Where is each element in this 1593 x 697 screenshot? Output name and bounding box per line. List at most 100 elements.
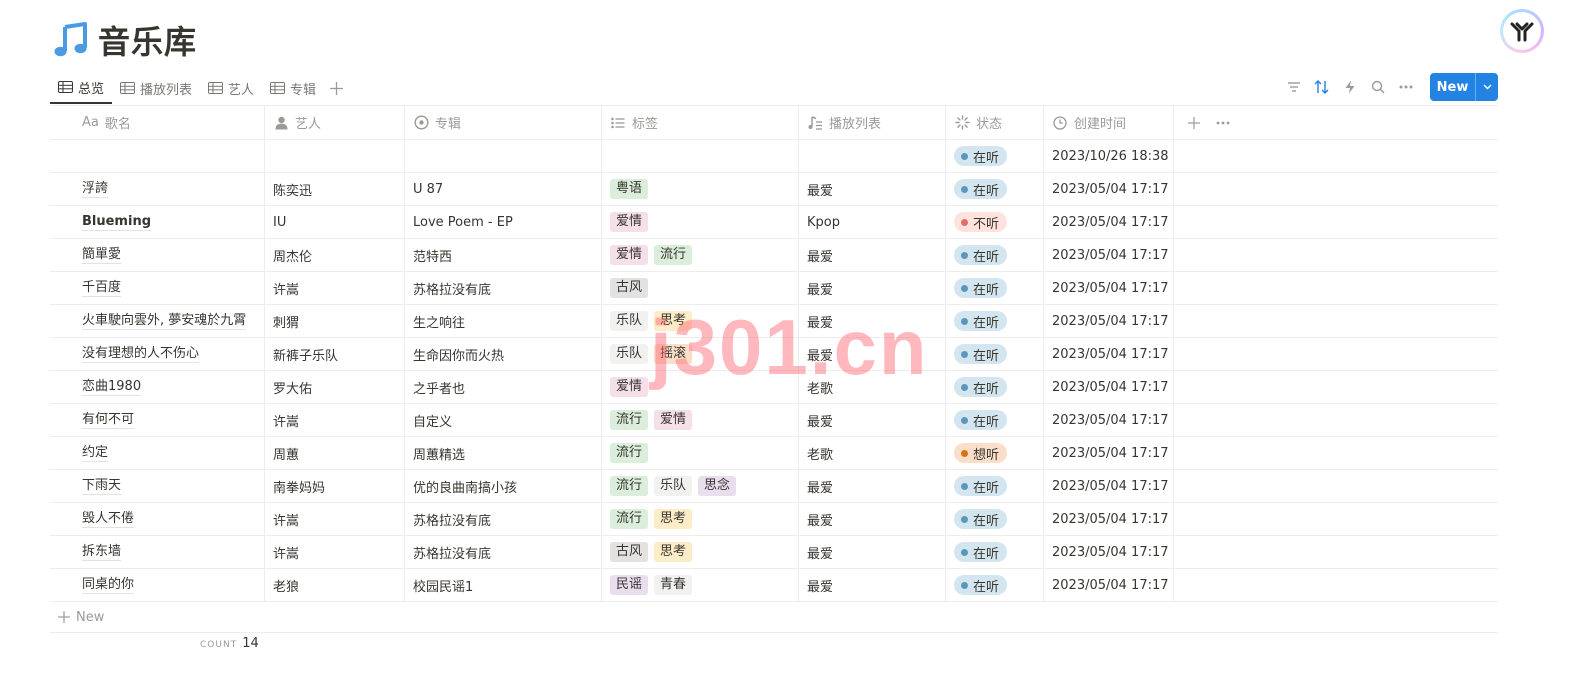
cell-status[interactable]: 在听 [946,173,1044,205]
cell-playlist[interactable]: Kpop [799,206,946,238]
cell-album[interactable]: 生之响往 [405,305,602,337]
cell-tags[interactable]: 流行 思考 [602,503,799,535]
sort-button[interactable] [1308,73,1336,101]
cell-status[interactable]: 在听 [946,371,1044,403]
cell-status[interactable]: 在听 [946,503,1044,535]
cell-artist[interactable]: 南拳妈妈 [265,470,405,502]
song-title[interactable]: 有何不可 [82,412,135,429]
automation-button[interactable] [1336,73,1364,101]
cell-status[interactable]: 不听 [946,206,1044,238]
cell-tags[interactable]: 爱情 流行 [602,239,799,271]
song-title[interactable]: 约定 [82,445,109,462]
new-button[interactable]: New [1430,73,1498,101]
cell-artist[interactable] [265,140,405,172]
cell-playlist[interactable]: 最爱 [799,536,946,568]
cell-playlist[interactable] [799,140,946,172]
cell-album[interactable] [405,140,602,172]
song-title[interactable]: 千百度 [82,280,122,297]
table-row[interactable]: 有何不可 许嵩 自定义 流行 爱情 最爱 在听 2023/05/04 17:17 [50,404,1498,437]
cell-tags[interactable]: 流行 [602,437,799,469]
cell-album[interactable]: 苏格拉没有底 [405,536,602,568]
table-row[interactable]: 火車駛向雲外, 夢安魂於九霄 刺猬 生之响往 乐队 思考 最爱 在听 2023/05/04 1… [50,305,1498,338]
column-header-artist[interactable]: 艺人 [265,106,405,139]
row-count[interactable]: COUNT 14 [200,636,259,651]
tab-artists[interactable]: 艺人 [200,72,262,104]
cell-artist[interactable]: 新裤子乐队 [265,338,405,370]
cell-status[interactable]: 在听 [946,569,1044,601]
cell-album[interactable]: 之乎者也 [405,371,602,403]
table-row[interactable]: 千百度 许嵩 苏格拉没有底 古风 最爱 在听 2023/05/04 17:17 [50,272,1498,305]
add-view-button[interactable] [324,72,349,104]
song-title[interactable]: 拆东墙 [82,544,122,561]
cell-name[interactable]: 约定 [50,437,265,469]
cell-playlist[interactable]: 最爱 [799,239,946,271]
cell-playlist[interactable]: 最爱 [799,503,946,535]
cell-artist[interactable]: 许嵩 [265,536,405,568]
column-header-playlist[interactable]: 播放列表 [799,106,946,139]
cell-name[interactable]: 千百度 [50,272,265,304]
avatar[interactable] [1500,9,1544,53]
cell-status[interactable]: 在听 [946,404,1044,436]
table-row[interactable]: 毁人不倦 许嵩 苏格拉没有底 流行 思考 最爱 在听 2023/05/04 17:17 [50,503,1498,536]
cell-name[interactable]: 毁人不倦 [50,503,265,535]
column-header-status[interactable]: 状态 [946,106,1044,139]
cell-tags[interactable]: 粤语 [602,173,799,205]
song-title[interactable]: 火車駛向雲外, 夢安魂於九霄 [82,313,247,330]
song-title[interactable]: Blueming [82,214,151,231]
table-row[interactable]: 约定 周蕙 周蕙精选 流行 老歌 想听 2023/05/04 17:17 [50,437,1498,470]
cell-name[interactable]: 没有理想的人不伤心 [50,338,265,370]
tab-albums[interactable]: 专辑 [262,72,324,104]
cell-status[interactable]: 在听 [946,239,1044,271]
cell-name[interactable] [50,140,265,172]
cell-status[interactable]: 在听 [946,470,1044,502]
table-row[interactable]: 在听 2023/10/26 18:38 [50,140,1498,173]
table-row[interactable]: 簡單愛 周杰伦 范特西 爱情 流行 最爱 在听 2023/05/04 17:17 [50,239,1498,272]
song-title[interactable]: 毁人不倦 [82,511,135,528]
search-button[interactable] [1364,73,1392,101]
tab-playlists[interactable]: 播放列表 [112,72,200,104]
cell-status[interactable]: 在听 [946,140,1044,172]
cell-name[interactable]: 有何不可 [50,404,265,436]
cell-tags[interactable]: 流行 乐队 思念 [602,470,799,502]
column-header-tags[interactable]: 标签 [602,106,799,139]
cell-album[interactable]: 苏格拉没有底 [405,503,602,535]
table-row[interactable]: 下雨天 南拳妈妈 优的良曲南搞小孩 流行 乐队 思念 最爱 在听 2023/05/04 17:1… [50,470,1498,503]
cell-tags[interactable]: 乐队 思考 [602,305,799,337]
song-title[interactable]: 同桌的你 [82,577,135,594]
table-row[interactable]: 同桌的你 老狼 校园民谣1 民谣 青春 最爱 在听 2023/05/04 17:17 [50,569,1498,602]
column-more-button[interactable] [1206,121,1240,125]
cell-artist[interactable]: 周杰伦 [265,239,405,271]
cell-album[interactable]: 范特西 [405,239,602,271]
cell-playlist[interactable]: 老歌 [799,437,946,469]
cell-tags[interactable]: 古风 [602,272,799,304]
cell-album[interactable]: 优的良曲南搞小孩 [405,470,602,502]
new-dropdown-button[interactable] [1476,73,1498,101]
add-column-button[interactable] [1182,116,1206,129]
song-title[interactable]: 恋曲1980 [82,379,142,396]
cell-playlist[interactable]: 最爱 [799,305,946,337]
cell-name[interactable]: 拆东墙 [50,536,265,568]
table-row[interactable]: Blueming IU Love Poem - EP 爱情 Kpop 不听 2023/05/… [50,206,1498,239]
tab-overview[interactable]: 总览 [50,72,113,104]
cell-status[interactable]: 在听 [946,272,1044,304]
cell-album[interactable]: 苏格拉没有底 [405,272,602,304]
cell-playlist[interactable]: 最爱 [799,404,946,436]
cell-playlist[interactable]: 老歌 [799,371,946,403]
table-row[interactable]: 浮誇 陈奕迅 U 87 粤语 最爱 在听 2023/05/04 17:17 [50,173,1498,206]
cell-artist[interactable]: 刺猬 [265,305,405,337]
cell-playlist[interactable]: 最爱 [799,272,946,304]
table-row[interactable]: 没有理想的人不伤心 新裤子乐队 生命因你而火热 乐队 摇滚 最爱 在听 2023/05/04 … [50,338,1498,371]
cell-artist[interactable]: 陈奕迅 [265,173,405,205]
song-title[interactable]: 没有理想的人不伤心 [82,346,200,363]
column-header-album[interactable]: 专辑 [405,106,602,139]
cell-status[interactable]: 想听 [946,437,1044,469]
cell-name[interactable]: 同桌的你 [50,569,265,601]
cell-artist[interactable]: IU [265,206,405,238]
column-header-name[interactable]: Aa 歌名 [50,106,265,139]
cell-tags[interactable]: 古风 思考 [602,536,799,568]
cell-status[interactable]: 在听 [946,536,1044,568]
cell-album[interactable]: 自定义 [405,404,602,436]
cell-status[interactable]: 在听 [946,305,1044,337]
song-title[interactable]: 簡單愛 [82,247,122,264]
cell-album[interactable]: U 87 [405,173,602,205]
